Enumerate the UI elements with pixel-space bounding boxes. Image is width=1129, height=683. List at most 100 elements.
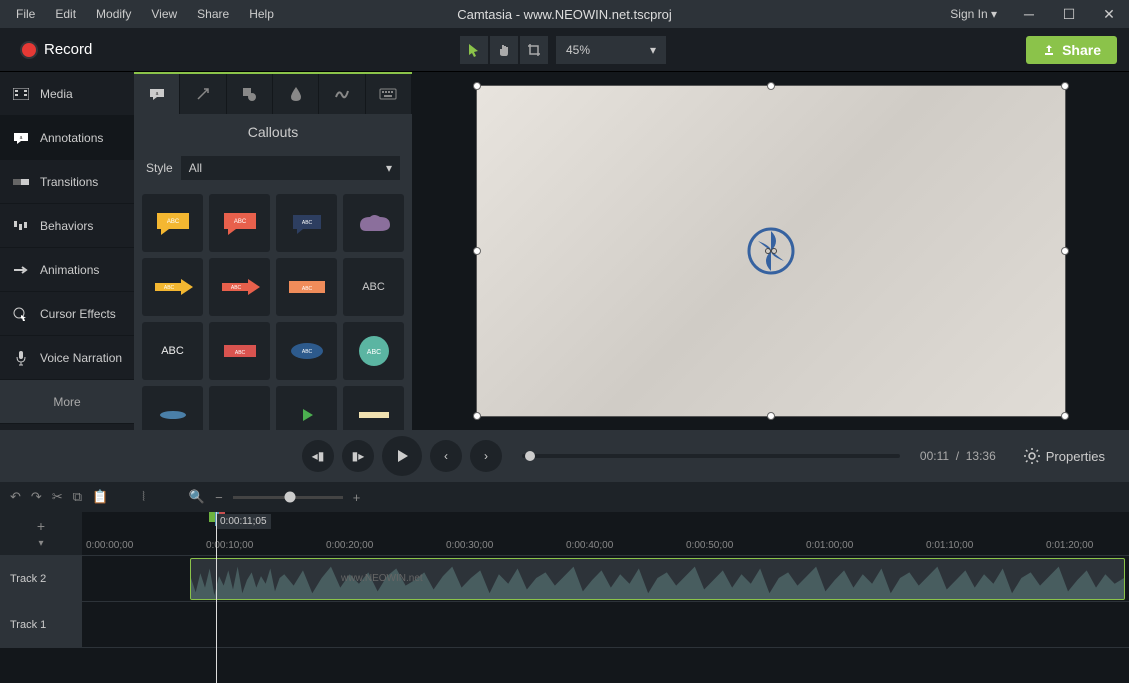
split-button[interactable]: ⦚ (142, 489, 145, 505)
playhead-line[interactable] (216, 512, 217, 683)
callout-rect-red[interactable]: ABC (209, 322, 270, 380)
callout-speech-blue[interactable]: ABC (276, 194, 337, 252)
track-label[interactable]: Track 2 (0, 556, 82, 601)
zoom-select[interactable]: 45% ▾ (556, 36, 666, 64)
track-content[interactable]: www.NEOWIN.net (82, 556, 1129, 601)
sidebar-item-voice-narration[interactable]: Voice Narration (0, 336, 134, 380)
tab-blur[interactable] (273, 74, 319, 114)
menu-edit[interactable]: Edit (45, 0, 86, 28)
callout-text-black[interactable]: ABC (142, 322, 203, 380)
handle-tr[interactable] (1061, 82, 1069, 90)
next-marker-button[interactable]: › (470, 440, 502, 472)
tick: 0:00:30;00 (446, 540, 493, 551)
handle-br[interactable] (1061, 412, 1069, 420)
seek-thumb[interactable] (525, 451, 535, 461)
handle-bc[interactable] (767, 412, 775, 420)
menu-file[interactable]: File (6, 0, 45, 28)
zoom-slider-thumb[interactable] (284, 492, 295, 503)
callout-burst-teal[interactable]: ABC (343, 322, 404, 380)
toolbar: Record 45% ▾ Share (0, 28, 1129, 72)
animations-icon (12, 263, 30, 277)
callout-oval-blue[interactable]: ABC (276, 322, 337, 380)
svg-text:ABC: ABC (166, 219, 179, 225)
prev-frame-button[interactable]: ◂▮ (302, 440, 334, 472)
sidebar-more-button[interactable]: More (0, 380, 134, 424)
pan-tool[interactable] (490, 36, 518, 64)
callout-speech-yellow[interactable]: ABC (142, 194, 203, 252)
menu-share[interactable]: Share (187, 0, 239, 28)
callout-arrow-orange[interactable]: ABC (209, 258, 270, 316)
menu-help[interactable]: Help (239, 0, 284, 28)
undo-button[interactable]: ↶ (10, 489, 21, 505)
crop-tool[interactable] (520, 36, 548, 64)
handle-ml[interactable] (473, 247, 481, 255)
handle-bl[interactable] (473, 412, 481, 420)
callout-arrow-yellow[interactable]: ABC (142, 258, 203, 316)
svg-text:ABC: ABC (366, 349, 380, 356)
handle-tc[interactable] (767, 82, 775, 90)
menu-view[interactable]: View (141, 0, 187, 28)
tab-sketch[interactable] (319, 74, 365, 114)
callout-speech-red[interactable]: ABC (209, 194, 270, 252)
panel-title: Callouts (134, 114, 412, 150)
zoom-in-button[interactable]: + (353, 490, 361, 505)
cut-button[interactable]: ✂ (52, 489, 63, 505)
timeline-ruler[interactable]: 0:00:11;05 0:00:00;00 0:00:10;00 0:00:20… (82, 512, 1129, 555)
window-title: Camtasia - www.NEOWIN.net.tscproj (457, 7, 672, 22)
redo-button[interactable]: ↷ (31, 489, 42, 505)
timeline-header: + ▾ 0:00:11;05 0:00:00;00 0:00:10;00 0:0… (0, 512, 1129, 556)
playback-bar: ◂▮ ▮▸ ‹ › 00:11 / 13:36 Properties (0, 430, 1129, 482)
canvas[interactable] (476, 85, 1066, 417)
share-button[interactable]: Share (1026, 36, 1117, 64)
tab-callouts[interactable]: a (134, 74, 180, 114)
callout-rect-orange[interactable]: ABC (276, 258, 337, 316)
seek-bar[interactable] (522, 454, 900, 458)
sidebar-label: Media (40, 87, 73, 101)
track-label[interactable]: Track 1 (0, 602, 82, 647)
close-button[interactable]: ✕ (1089, 0, 1129, 28)
maximize-button[interactable]: ☐ (1049, 0, 1089, 28)
tools-panel: a Callouts Style All ▾ ABC ABC ABC ABC A… (134, 72, 412, 452)
prev-marker-button[interactable]: ‹ (430, 440, 462, 472)
add-track-button[interactable]: + (37, 518, 45, 534)
minimize-button[interactable]: ─ (1009, 0, 1049, 28)
handle-tl[interactable] (473, 82, 481, 90)
sidebar-item-cursor-effects[interactable]: Cursor Effects (0, 292, 134, 336)
select-tool[interactable] (460, 36, 488, 64)
record-button[interactable]: Record (12, 37, 102, 62)
copy-button[interactable]: ⧉ (73, 489, 82, 505)
zoom-slider[interactable] (233, 496, 343, 499)
play-button[interactable] (382, 436, 422, 476)
track-content[interactable] (82, 602, 1129, 647)
svg-text:a: a (20, 135, 23, 141)
tab-arrows[interactable] (180, 74, 226, 114)
properties-button[interactable]: Properties (1014, 442, 1115, 470)
callout-thought-purple[interactable] (343, 194, 404, 252)
callout-text-plain[interactable]: ABC (343, 258, 404, 316)
tab-shapes[interactable] (227, 74, 273, 114)
tick: 0:00:40;00 (566, 540, 613, 551)
share-label: Share (1062, 42, 1101, 58)
menu-modify[interactable]: Modify (86, 0, 141, 28)
sign-in-button[interactable]: Sign In ▾ (938, 0, 1009, 28)
handle-mr[interactable] (1061, 247, 1069, 255)
track-controls: + ▾ (0, 512, 82, 555)
time-display: 00:11 / 13:36 (920, 449, 996, 463)
sidebar-item-behaviors[interactable]: Behaviors (0, 204, 134, 248)
sidebar-item-animations[interactable]: Animations (0, 248, 134, 292)
tab-keystroke[interactable] (366, 74, 412, 114)
next-frame-button[interactable]: ▮▸ (342, 440, 374, 472)
arrow-icon (195, 86, 211, 102)
sidebar-item-transitions[interactable]: Transitions (0, 160, 134, 204)
svg-text:ABC: ABC (301, 349, 312, 355)
sidebar-item-media[interactable]: Media (0, 72, 134, 116)
play-icon (393, 447, 411, 465)
expand-tracks-button[interactable]: ▾ (38, 538, 43, 549)
sidebar-item-annotations[interactable]: a Annotations (0, 116, 134, 160)
sidebar-label: Transitions (40, 175, 98, 189)
style-select[interactable]: All ▾ (181, 156, 400, 180)
paste-button[interactable]: 📋 (92, 489, 108, 505)
zoom-out-button[interactable]: − (215, 490, 223, 505)
tick: 0:00:10;00 (206, 540, 253, 551)
video-clip[interactable]: www.NEOWIN.net (190, 558, 1125, 600)
